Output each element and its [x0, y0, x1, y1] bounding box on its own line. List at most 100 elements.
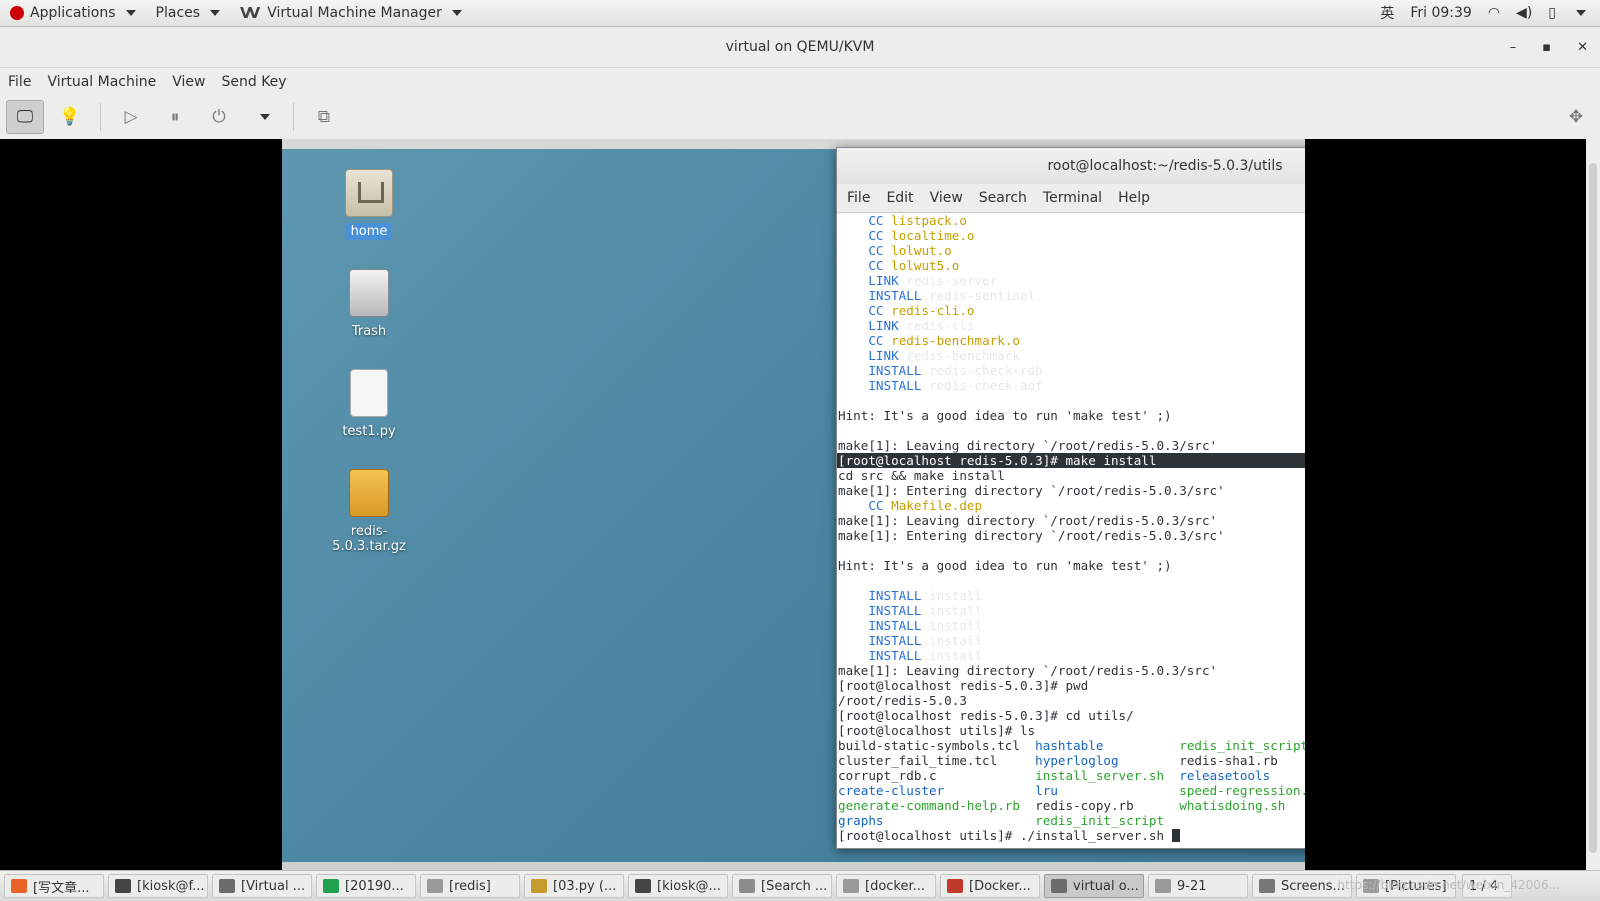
terminal-text: make[1]: Entering directory `/root/redis…: [838, 483, 1225, 498]
volume-icon[interactable]: ◀): [1516, 5, 1532, 21]
taskbar-button-label: [kiosk@f...: [137, 878, 205, 894]
ls-entry: install_server.sh: [1035, 768, 1165, 783]
taskbar-button[interactable]: [Virtual ...: [212, 874, 312, 898]
taskbar-button[interactable]: [Search ...: [732, 874, 832, 898]
taskbar-button-label: Screens...: [1281, 878, 1345, 894]
input-method-indicator[interactable]: 英: [1380, 3, 1394, 23]
terminal-icon: [115, 879, 131, 893]
pause-button[interactable]: ⏸: [157, 101, 193, 133]
desktop-icon-home[interactable]: home: [309, 169, 429, 240]
ls-entry: graphs: [838, 813, 884, 828]
console-view-button[interactable]: 🖵: [6, 100, 44, 134]
terminal-menu-file[interactable]: File: [839, 190, 878, 206]
vm-console[interactable]: home Trash test1.py redis-5.0.3.tar.gz r…: [0, 139, 1600, 870]
snapshots-button[interactable]: ⧉: [306, 101, 342, 133]
taskbar-button[interactable]: 9-21: [1148, 874, 1248, 898]
virt-manager-icon: [1051, 879, 1067, 893]
terminal-menu-terminal[interactable]: Terminal: [1035, 190, 1110, 206]
window-title: virtual on QEMU/KVM: [725, 39, 875, 55]
terminal-output[interactable]: CC listpack.o CC localtime.o CC lolwut.o…: [837, 213, 1305, 846]
text-file-icon: [350, 369, 388, 417]
menu-send-key[interactable]: Send Key: [213, 74, 294, 90]
taskbar-button-label: [docker...: [865, 878, 926, 894]
desktop-icon-trash[interactable]: Trash: [309, 269, 429, 340]
workspace-switcher[interactable]: 1 / 4: [1462, 874, 1512, 898]
places-menu[interactable]: Places: [146, 0, 231, 26]
shutdown-button[interactable]: ⏻: [201, 101, 237, 133]
system-menu-chevron-icon[interactable]: [1576, 10, 1586, 16]
terminal-line: generate-command-help.rb redis-copy.rb w…: [837, 798, 1305, 813]
build-target: install: [929, 648, 983, 663]
terminal-line: CC lolwut.o: [837, 243, 1305, 258]
build-step: LINK: [868, 318, 899, 333]
terminal-menu-search[interactable]: Search: [971, 190, 1035, 206]
taskbar-button[interactable]: [03.py (...: [524, 874, 624, 898]
details-view-button[interactable]: 💡: [52, 101, 88, 133]
taskbar-button[interactable]: [kiosk@...: [628, 874, 728, 898]
console-scrollbar[interactable]: [1586, 139, 1600, 870]
ls-entry: corrupt_rdb.c: [838, 768, 937, 783]
pycharm-icon: [323, 879, 339, 893]
minimize-icon[interactable]: –: [1510, 40, 1517, 55]
fullscreen-button[interactable]: ✥: [1558, 101, 1594, 133]
applications-label: Applications: [30, 5, 116, 21]
taskbar-button[interactable]: Screens...: [1252, 874, 1352, 898]
build-step: CC: [868, 333, 884, 348]
taskbar-button[interactable]: virtual o...: [1044, 874, 1144, 898]
maximize-icon[interactable]: ▪: [1542, 40, 1551, 55]
taskbar-button-label: [redis]: [449, 878, 491, 894]
menu-file[interactable]: File: [0, 74, 39, 90]
folder-icon: [1155, 879, 1171, 893]
chevron-down-icon: [125, 10, 136, 16]
terminal-line: CC lolwut5.o: [837, 258, 1305, 273]
app-menu[interactable]: VV Virtual Machine Manager: [230, 0, 472, 26]
taskbar-button[interactable]: [redis]: [420, 874, 520, 898]
taskbar-button[interactable]: [docker...: [836, 874, 936, 898]
terminal-text: [root@localhost utils]# ls: [838, 723, 1036, 738]
terminal-line: LINK redis-cli: [837, 318, 1305, 333]
chevron-down-icon: [210, 10, 221, 16]
applications-menu[interactable]: Applications: [0, 0, 146, 26]
build-step: INSTALL: [868, 618, 922, 633]
folder-icon: [1363, 879, 1379, 893]
build-step: INSTALL: [868, 288, 922, 303]
wifi-icon[interactable]: ◠: [1488, 5, 1500, 21]
shutdown-menu-button[interactable]: [245, 101, 281, 133]
build-target: redis-sentinel: [929, 288, 1036, 303]
run-button[interactable]: ▷: [113, 101, 149, 133]
terminal-text: Hint: It's a good idea to run 'make test…: [838, 408, 1172, 423]
ls-entry: whatisdoing.sh: [1179, 798, 1286, 813]
ls-entry: speed-regression.tcl: [1179, 783, 1305, 798]
terminal-menu-help[interactable]: Help: [1110, 190, 1158, 206]
menu-view[interactable]: View: [164, 74, 213, 90]
terminal-window[interactable]: root@localhost:~/redis-5.0.3/utils – □ ✕…: [836, 147, 1305, 849]
taskbar-button[interactable]: [20190...: [316, 874, 416, 898]
terminal-line: Hint: It's a good idea to run 'make test…: [837, 408, 1305, 423]
build-step: CC: [868, 303, 884, 318]
build-target: redis-cli: [906, 318, 975, 333]
taskbar-button[interactable]: [Docker...: [940, 874, 1040, 898]
taskbar-button[interactable]: [kiosk@f...: [108, 874, 208, 898]
taskbar-button-label: [kiosk@...: [657, 878, 721, 894]
virt-manager-icon: [219, 879, 235, 893]
battery-icon[interactable]: ▯: [1548, 5, 1556, 21]
taskbar-button-label: [Pictures]: [1385, 878, 1447, 894]
build-step: INSTALL: [868, 378, 922, 393]
clock[interactable]: Fri 09:39: [1410, 5, 1471, 21]
scrollbar-thumb[interactable]: [1589, 163, 1597, 853]
terminal-text: /root/redis-5.0.3: [838, 693, 967, 708]
taskbar-button[interactable]: [写文章...: [4, 874, 104, 898]
build-target: redis-cli.o: [891, 303, 975, 318]
terminal-menu-edit[interactable]: Edit: [878, 190, 921, 206]
close-icon[interactable]: ✕: [1577, 40, 1588, 55]
guest-desktop[interactable]: home Trash test1.py redis-5.0.3.tar.gz r…: [282, 139, 1305, 870]
desktop-icon-tarball[interactable]: redis-5.0.3.tar.gz: [309, 469, 429, 555]
archive-icon: [349, 469, 389, 517]
desktop-icon-test1[interactable]: test1.py: [309, 369, 429, 440]
terminal-menu-view[interactable]: View: [922, 190, 971, 206]
folder-home-icon: [345, 169, 393, 217]
taskbar-button[interactable]: [Pictures]: [1356, 874, 1456, 898]
menu-virtual-machine[interactable]: Virtual Machine: [39, 74, 164, 90]
